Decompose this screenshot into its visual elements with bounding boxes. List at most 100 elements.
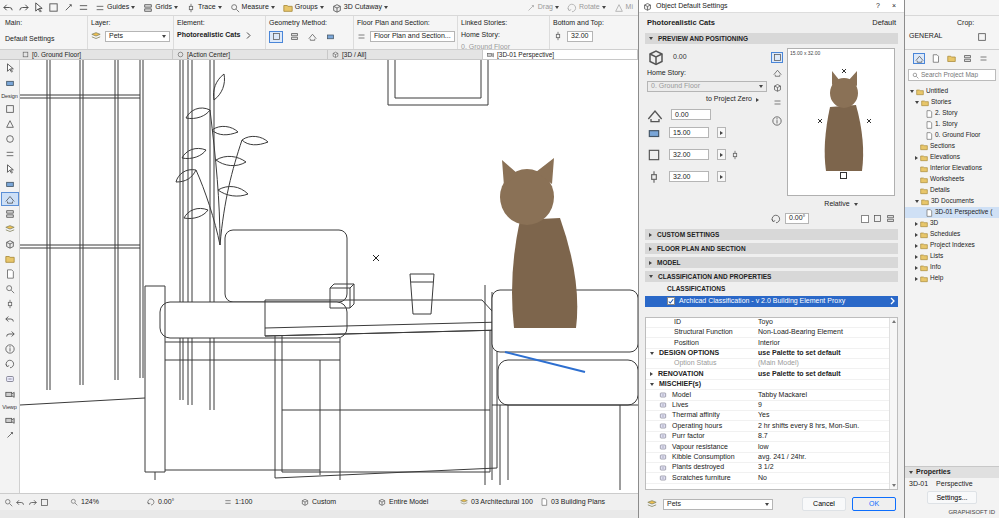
edit-button[interactable]: Drag xyxy=(524,3,561,13)
edit-button[interactable]: Mi xyxy=(612,3,635,13)
layer-dropdown[interactable]: Pets xyxy=(105,31,170,42)
property-row[interactable]: Vapour resistancelow xyxy=(646,442,889,452)
angle-field[interactable]: 0.00° xyxy=(785,213,809,224)
tool-button[interactable] xyxy=(2,223,18,235)
property-value[interactable]: Tabby Mackarel xyxy=(758,391,889,400)
section-header[interactable]: CUSTOM SETTINGS xyxy=(645,229,898,240)
view-tab[interactable]: [3D / All] xyxy=(328,50,483,59)
tool-button[interactable] xyxy=(2,118,18,130)
dropdown-arrow-icon[interactable] xyxy=(162,35,166,38)
tool-button[interactable] xyxy=(2,373,18,385)
property-group[interactable]: RENOVATIONuse Palette to set default xyxy=(646,369,889,379)
expand-arrow-icon[interactable] xyxy=(915,101,919,104)
tool-button[interactable] xyxy=(2,343,18,355)
expand-arrow-icon[interactable] xyxy=(649,233,652,237)
status-item[interactable]: Entire Model xyxy=(378,498,460,507)
mirror-checkbox[interactable] xyxy=(861,215,869,223)
expand-arrow-icon[interactable] xyxy=(909,471,913,474)
dropdown-arrow-icon[interactable] xyxy=(271,6,275,9)
layer-dropdown[interactable]: Pets xyxy=(663,499,773,510)
toolbar-button[interactable]: Groups xyxy=(281,3,326,13)
tool-button[interactable] xyxy=(2,62,18,74)
redo-icon[interactable] xyxy=(18,2,29,13)
tool-button[interactable] xyxy=(2,388,18,400)
expand-arrow-icon[interactable] xyxy=(915,233,918,237)
expand-arrow-icon[interactable] xyxy=(650,372,653,376)
expand-arrow-icon[interactable] xyxy=(915,200,919,203)
geometry-method-button[interactable] xyxy=(287,31,301,43)
navigator-view-button[interactable] xyxy=(977,53,989,64)
pick-up-icon[interactable] xyxy=(63,2,74,13)
property-row[interactable]: Scratches furnitureNo xyxy=(646,473,889,483)
dropdown-arrow-icon[interactable] xyxy=(174,6,178,9)
tree-item[interactable]: Schedules xyxy=(905,229,999,240)
height-field[interactable]: 32.00 xyxy=(669,171,709,182)
anchor-mode-dropdown[interactable]: Relative xyxy=(771,200,895,209)
status-item[interactable]: 03 Building Plans xyxy=(540,498,617,507)
toolbar-button[interactable]: Measure xyxy=(228,3,277,13)
marquee-icon[interactable] xyxy=(48,2,59,13)
home-story-dropdown[interactable]: 0. Ground Floor xyxy=(647,81,767,92)
scrollbar[interactable] xyxy=(889,318,897,490)
expand-arrow-icon[interactable] xyxy=(650,352,654,355)
general-value[interactable]: GENERAL xyxy=(909,32,942,41)
tree-item[interactable]: Stories xyxy=(905,97,999,108)
tool-button[interactable] xyxy=(2,77,18,89)
property-value[interactable]: No xyxy=(758,474,889,483)
expand-arrow-icon[interactable] xyxy=(915,266,918,270)
view-tab[interactable]: [Action Center] xyxy=(173,50,328,59)
section-header[interactable]: FLOOR PLAN AND SECTION xyxy=(645,243,898,254)
property-value[interactable]: low xyxy=(758,443,889,452)
status-item[interactable]: 124% xyxy=(70,498,147,507)
tool-button[interactable] xyxy=(2,328,18,340)
expand-arrow-icon[interactable] xyxy=(915,156,918,160)
navigation-icon[interactable] xyxy=(16,498,25,507)
expand-arrow-icon[interactable] xyxy=(915,222,918,226)
edit-button[interactable]: Rotate xyxy=(565,3,608,13)
view-tab[interactable]: [0. Ground Floor] xyxy=(18,50,173,59)
scroll-up-icon[interactable] xyxy=(892,320,896,323)
tree-item[interactable]: Elevations xyxy=(905,152,999,163)
property-row[interactable]: Option Status(Main Model) xyxy=(646,359,889,369)
tool-button[interactable] xyxy=(2,133,18,145)
close-button[interactable]: × xyxy=(888,2,900,11)
mirror-icon[interactable] xyxy=(886,214,895,223)
undo-icon[interactable] xyxy=(3,2,14,13)
ok-button[interactable]: OK xyxy=(852,497,896,510)
open-settings-icon[interactable] xyxy=(244,31,253,40)
inject-icon[interactable] xyxy=(78,2,89,13)
navigation-icon[interactable] xyxy=(4,498,13,507)
view-mode-button[interactable] xyxy=(771,82,783,93)
expand-arrow-icon[interactable] xyxy=(915,277,918,281)
toolbar-button[interactable]: Trace xyxy=(184,3,224,13)
navigator-view-button[interactable] xyxy=(913,53,925,64)
tool-button[interactable] xyxy=(2,358,18,370)
dropdown-arrow-icon[interactable] xyxy=(765,503,769,506)
tree-item[interactable]: 0. Ground Floor xyxy=(905,130,999,141)
cat-photo[interactable] xyxy=(500,158,577,328)
navigator-view-button[interactable] xyxy=(961,53,973,64)
property-value[interactable]: 9 xyxy=(758,401,889,410)
bottom-top-field[interactable]: 32.00 xyxy=(567,31,593,42)
expand-arrow-icon[interactable] xyxy=(915,244,918,248)
tool-button[interactable] xyxy=(2,178,18,190)
chain-link-icon[interactable] xyxy=(730,150,740,160)
tool-button[interactable] xyxy=(2,298,18,310)
dimension-menu-button[interactable] xyxy=(717,171,726,182)
width-field[interactable]: 15.00 xyxy=(669,127,709,138)
dropdown-arrow-icon[interactable] xyxy=(218,6,222,9)
tool-button[interactable] xyxy=(2,283,18,295)
tree-item[interactable]: Sections xyxy=(905,141,999,152)
navigation-icon[interactable] xyxy=(28,498,37,507)
mirror-icon[interactable] xyxy=(873,214,882,223)
property-value[interactable]: Toyo xyxy=(758,318,889,327)
expand-arrow-icon[interactable] xyxy=(649,275,653,278)
view-mode-button[interactable] xyxy=(771,67,783,78)
view-mode-button[interactable] xyxy=(771,97,783,108)
info-icon[interactable] xyxy=(771,116,783,126)
property-row[interactable]: Lives9 xyxy=(646,401,889,411)
crop-icon[interactable] xyxy=(977,32,987,42)
tree-item[interactable]: 2. Story xyxy=(905,108,999,119)
property-row[interactable]: ModelTabby Mackarel xyxy=(646,390,889,400)
dropdown-arrow-icon[interactable] xyxy=(756,98,759,102)
